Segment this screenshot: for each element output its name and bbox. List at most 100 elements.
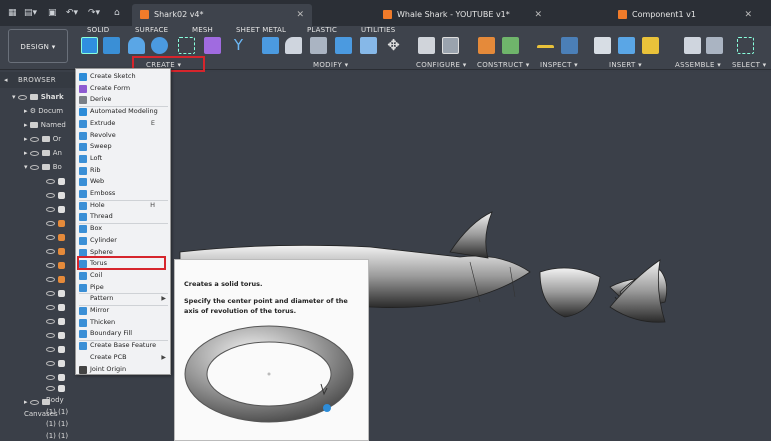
fillet-icon[interactable] bbox=[285, 37, 302, 54]
menu-item-thread[interactable]: Thread bbox=[76, 211, 171, 223]
menu-item-emboss[interactable]: Emboss bbox=[76, 188, 171, 200]
body-row[interactable] bbox=[46, 259, 65, 271]
create-form-icon[interactable] bbox=[204, 37, 221, 54]
body-row[interactable] bbox=[46, 273, 65, 285]
menu-item-rib[interactable]: Rib bbox=[76, 165, 171, 177]
insert-image-icon[interactable] bbox=[618, 37, 635, 54]
combine-icon[interactable] bbox=[360, 37, 377, 54]
body-row[interactable] bbox=[46, 203, 65, 215]
table-icon[interactable] bbox=[442, 37, 459, 54]
offset-plane-icon[interactable] bbox=[478, 37, 495, 54]
insert-mesh-icon[interactable] bbox=[642, 37, 659, 54]
body-row[interactable] bbox=[46, 287, 65, 299]
browser-root-item[interactable]: ▾ Shark bbox=[12, 91, 64, 103]
body-row[interactable] bbox=[46, 301, 65, 313]
menu-item-create-pcb[interactable]: Create PCB ▶ bbox=[76, 352, 171, 364]
tab-shark02[interactable]: Shark02 v4* ✕ bbox=[132, 4, 312, 26]
save-icon[interactable]: ▣ bbox=[48, 6, 57, 20]
visibility-eye-icon[interactable] bbox=[46, 346, 55, 352]
menu-item-revolve[interactable]: Revolve bbox=[76, 130, 171, 142]
browser-header[interactable]: ◂ BROWSER bbox=[0, 72, 75, 88]
menu-item-pipe[interactable]: Pipe bbox=[76, 282, 171, 294]
press-pull-icon[interactable] bbox=[262, 37, 279, 54]
menu-item-derive[interactable]: Derive bbox=[76, 94, 171, 106]
tab-component1[interactable]: Component1 v1 ✕ bbox=[610, 4, 760, 26]
move-icon[interactable]: ✥ bbox=[385, 37, 402, 54]
ribbon-tab-surface[interactable]: SURFACE bbox=[135, 26, 168, 34]
body-row[interactable] bbox=[46, 357, 65, 369]
shell-icon[interactable] bbox=[335, 37, 352, 54]
visibility-eye-icon[interactable] bbox=[46, 262, 55, 268]
construct-group-label[interactable]: CONSTRUCT ▾ bbox=[477, 61, 530, 69]
menu-item-thicken[interactable]: Thicken bbox=[76, 317, 171, 329]
ribbon-tab-utilities[interactable]: UTILITIES bbox=[361, 26, 395, 34]
redo-icon[interactable]: ↷▾ bbox=[88, 6, 100, 20]
menu-item-loft[interactable]: Loft bbox=[76, 153, 171, 165]
visibility-eye-icon[interactable] bbox=[46, 318, 55, 324]
body-row[interactable] bbox=[46, 189, 65, 201]
file-menu-icon[interactable]: ▤▾ bbox=[24, 6, 37, 20]
body-row[interactable] bbox=[46, 315, 65, 327]
browser-item-bodies[interactable]: ▾ Bo bbox=[24, 161, 62, 173]
visibility-eye-icon[interactable] bbox=[46, 304, 55, 310]
visibility-eye-icon[interactable] bbox=[46, 332, 55, 338]
browser-item-analysis[interactable]: ▸ An bbox=[24, 147, 62, 159]
visibility-eye-icon[interactable] bbox=[46, 374, 55, 380]
body-row[interactable] bbox=[46, 175, 65, 187]
measure-icon[interactable] bbox=[537, 45, 554, 49]
menu-item-create-sketch[interactable]: Create Sketch bbox=[76, 71, 171, 83]
menu-item-pattern[interactable]: Pattern ▶ bbox=[76, 293, 171, 305]
menu-item-coil[interactable]: Coil bbox=[76, 270, 171, 282]
create-sketch-icon[interactable] bbox=[81, 37, 98, 54]
visibility-eye-icon[interactable] bbox=[46, 192, 55, 198]
new-component-icon[interactable] bbox=[684, 37, 701, 54]
box-select-icon[interactable] bbox=[178, 37, 195, 54]
ribbon-tab-mesh[interactable]: MESH bbox=[192, 26, 213, 34]
modify-group-label[interactable]: MODIFY ▾ bbox=[313, 61, 348, 69]
visibility-eye-icon[interactable] bbox=[46, 385, 55, 391]
visibility-eye-icon[interactable] bbox=[17, 94, 27, 100]
menu-item-create-form[interactable]: Create Form bbox=[76, 83, 171, 95]
plane-angle-icon[interactable] bbox=[502, 37, 519, 54]
ribbon-tab-plastic[interactable]: PLASTIC bbox=[307, 26, 337, 34]
menu-item-web[interactable]: Web bbox=[76, 176, 171, 188]
ribbon-tab-solid[interactable]: SOLID bbox=[87, 26, 109, 34]
visibility-eye-icon[interactable] bbox=[46, 360, 55, 366]
ribbon-tab-sheet-metal[interactable]: SHEET METAL bbox=[236, 26, 286, 34]
derive-icon[interactable]: Y bbox=[230, 37, 247, 54]
workspace-design-button[interactable]: DESIGN ▾ bbox=[8, 29, 68, 63]
visibility-eye-icon[interactable] bbox=[46, 276, 55, 282]
menu-item-box[interactable]: Box bbox=[76, 223, 171, 235]
browser-item-document-settings[interactable]: ▸ ⚙ Docum bbox=[24, 105, 63, 117]
menu-item-extrude[interactable]: Extrude E bbox=[76, 118, 171, 130]
visibility-eye-icon[interactable] bbox=[46, 220, 55, 226]
close-icon[interactable]: ✕ bbox=[534, 4, 542, 26]
visibility-eye-icon[interactable] bbox=[29, 399, 39, 405]
assemble-group-label[interactable]: ASSEMBLE ▾ bbox=[675, 61, 721, 69]
section-analysis-icon[interactable] bbox=[561, 37, 578, 54]
visibility-eye-icon[interactable] bbox=[46, 234, 55, 240]
joint-icon[interactable] bbox=[706, 37, 723, 54]
undo-icon[interactable]: ↶▾ bbox=[66, 6, 78, 20]
menu-item-mirror[interactable]: Mirror bbox=[76, 305, 171, 317]
menu-item-create-base-feature[interactable]: Create Base Feature bbox=[76, 340, 171, 352]
menu-item-automated-modeling[interactable]: Automated Modeling bbox=[76, 106, 171, 118]
visibility-eye-icon[interactable] bbox=[46, 178, 55, 184]
inspect-group-label[interactable]: INSPECT ▾ bbox=[540, 61, 578, 69]
chamfer-icon[interactable] bbox=[310, 37, 327, 54]
insert-group-label[interactable]: INSERT ▾ bbox=[609, 61, 642, 69]
menu-item-joint-origin[interactable]: Joint Origin bbox=[76, 364, 171, 376]
select-group-label[interactable]: SELECT ▾ bbox=[732, 61, 767, 69]
menu-item-cylinder[interactable]: Cylinder bbox=[76, 235, 171, 247]
body-row[interactable] bbox=[46, 343, 65, 355]
visibility-eye-icon[interactable] bbox=[29, 136, 39, 142]
select-icon[interactable] bbox=[737, 37, 754, 54]
body-row[interactable] bbox=[46, 217, 65, 229]
browser-item-named-views[interactable]: ▸ Named bbox=[24, 119, 66, 131]
visibility-eye-icon[interactable] bbox=[46, 290, 55, 296]
menu-item-sweep[interactable]: Sweep bbox=[76, 141, 171, 153]
body-row[interactable] bbox=[46, 231, 65, 243]
visibility-eye-icon[interactable] bbox=[46, 248, 55, 254]
tab-whale-shark[interactable]: Whale Shark - YOUTUBE v1* ✕ bbox=[375, 4, 550, 26]
insert-derive-icon[interactable] bbox=[594, 37, 611, 54]
